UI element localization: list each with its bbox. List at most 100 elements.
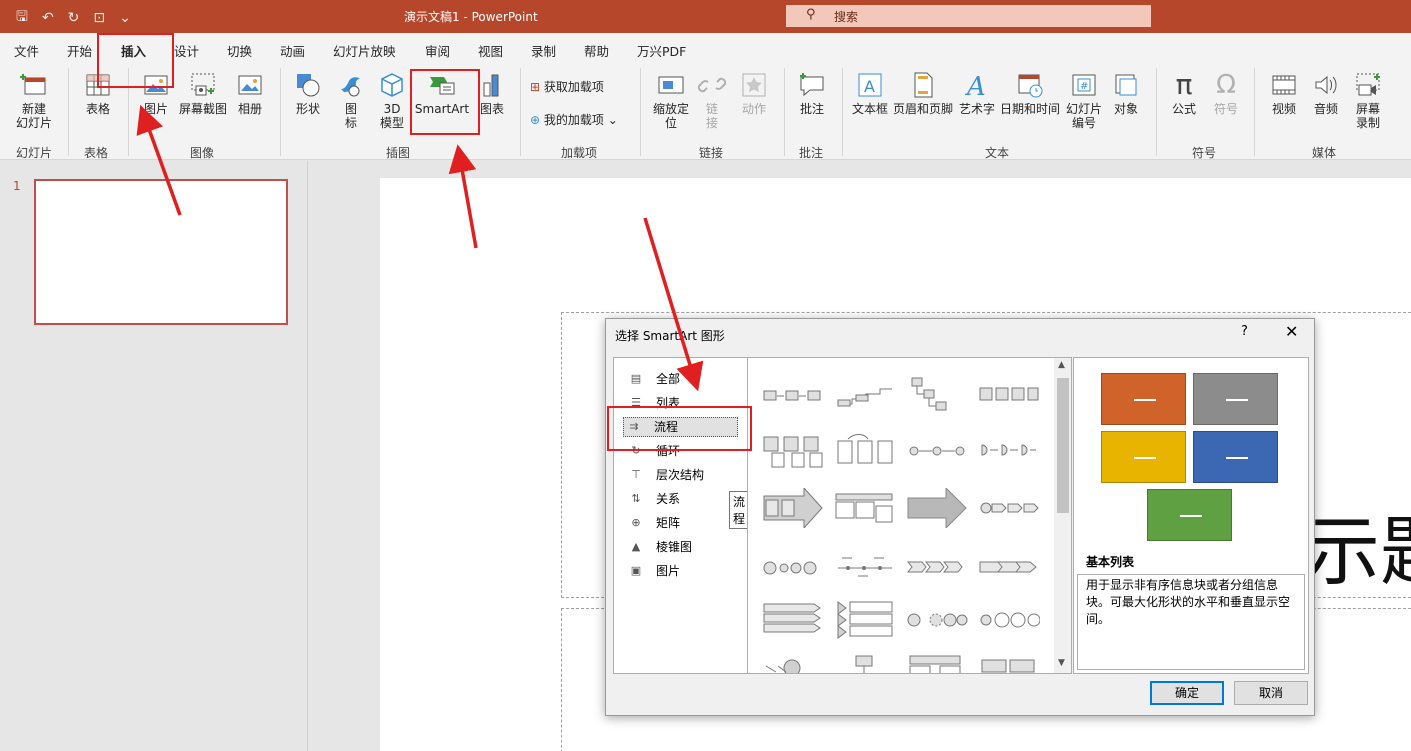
- tab-wanxing-pdf[interactable]: 万兴PDF: [637, 41, 686, 60]
- symbol-button[interactable]: Ω 符号: [1208, 71, 1244, 116]
- tab-review[interactable]: 审阅: [425, 41, 450, 60]
- tab-record[interactable]: 录制: [531, 41, 556, 60]
- table-label: 表格: [85, 102, 110, 116]
- tab-transitions[interactable]: 切换: [227, 41, 252, 60]
- preview-title: 基本列表: [1086, 555, 1135, 569]
- gallery-item[interactable]: [762, 488, 824, 528]
- group-label-media: 媒体: [1312, 146, 1337, 160]
- video-button[interactable]: 视频: [1264, 71, 1304, 116]
- equation-button[interactable]: π 公式: [1166, 71, 1202, 117]
- category-picture[interactable]: ▣ 图片: [626, 562, 744, 582]
- group-label-addins: 加载项: [561, 146, 598, 160]
- audio-button[interactable]: 音频: [1306, 71, 1346, 116]
- photo-album-icon: [238, 75, 262, 95]
- shapes-icon: [297, 74, 320, 97]
- group-separator: [520, 68, 521, 156]
- album-button[interactable]: 相册: [232, 71, 268, 116]
- gallery-item[interactable]: [978, 433, 1040, 473]
- action-button[interactable]: 动作: [736, 71, 772, 116]
- scroll-thumb[interactable]: [1057, 378, 1069, 513]
- redo-icon[interactable]: ↻: [68, 10, 80, 26]
- gallery-item[interactable]: [906, 376, 968, 416]
- slide-thumbnail[interactable]: [34, 179, 288, 325]
- comment-button[interactable]: 批注: [794, 71, 830, 116]
- tab-slideshow[interactable]: 幻灯片放映: [333, 41, 396, 60]
- screenshot-button[interactable]: 屏幕截图: [178, 71, 228, 116]
- get-addins-button[interactable]: ⊞ 获取加载项: [530, 78, 604, 95]
- new-slide-button[interactable]: 新建 幻灯片: [8, 71, 60, 130]
- speaker-icon: [1315, 75, 1337, 95]
- gallery-scrollbar[interactable]: ▲ ▼: [1054, 358, 1071, 673]
- gallery-item[interactable]: [978, 488, 1040, 528]
- object-button[interactable]: 对象: [1108, 71, 1144, 116]
- textbox-button[interactable]: A 文本框: [850, 71, 890, 116]
- gallery-item[interactable]: [762, 546, 824, 586]
- preview-shape: [1193, 431, 1278, 483]
- gallery-item[interactable]: [762, 654, 824, 674]
- group-label-symbols: 符号: [1192, 146, 1217, 160]
- screen-record-icon: [1356, 73, 1380, 96]
- close-button[interactable]: ✕: [1285, 322, 1298, 341]
- cancel-button[interactable]: 取消: [1234, 681, 1308, 705]
- tab-help[interactable]: 帮助: [584, 41, 609, 60]
- gallery-item[interactable]: [906, 433, 968, 473]
- header-footer-button[interactable]: 页眉和页脚: [892, 71, 954, 116]
- gallery-item[interactable]: [762, 600, 824, 640]
- category-all[interactable]: ▤ 全部: [626, 370, 744, 390]
- tab-home[interactable]: 开始: [67, 41, 92, 60]
- undo-icon[interactable]: ↶: [42, 10, 54, 26]
- group-separator: [68, 68, 69, 156]
- 3d-models-button[interactable]: 3D 模型: [374, 71, 410, 130]
- gallery-item[interactable]: [906, 488, 968, 528]
- slide-number-button[interactable]: # 幻灯片 编号: [1062, 71, 1106, 130]
- category-list: ▤ 全部 ☰ 列表 ⇉ 流程 ↻ 循环 ⊤ 层次结构 ⇅ 关系 ⊕ 矩阵 ▲ 棱锥图 ▣ 图片 流…: [613, 357, 750, 674]
- gallery-item[interactable]: [834, 433, 896, 473]
- object-label: 对象: [1113, 102, 1138, 116]
- category-matrix[interactable]: ⊕ 矩阵: [626, 514, 744, 534]
- gallery-item[interactable]: [978, 600, 1040, 640]
- gallery-item[interactable]: [978, 376, 1040, 416]
- tab-design[interactable]: 设计: [174, 41, 199, 60]
- tab-animations[interactable]: 动画: [280, 41, 305, 60]
- gallery-item[interactable]: [834, 654, 896, 674]
- gallery-item[interactable]: [906, 546, 968, 586]
- gallery-item[interactable]: [834, 546, 896, 586]
- screen-record-button[interactable]: 屏幕 录制: [1348, 71, 1388, 130]
- scroll-up-icon[interactable]: ▲: [1058, 360, 1065, 370]
- gallery-item[interactable]: [906, 600, 968, 640]
- help-button[interactable]: ?: [1241, 324, 1248, 339]
- customize-qat-icon[interactable]: ⌄: [119, 10, 131, 26]
- group-separator: [842, 68, 843, 156]
- shapes-button[interactable]: 形状: [290, 71, 326, 116]
- tab-file[interactable]: 文件: [14, 41, 39, 60]
- wordart-icon: A: [965, 72, 986, 99]
- link-button[interactable]: 链 接: [696, 71, 728, 130]
- ok-button[interactable]: 确定: [1150, 681, 1224, 705]
- my-addins-button[interactable]: ⊕ 我的加载项 ⌄: [530, 111, 618, 128]
- gallery-item[interactable]: [978, 546, 1040, 586]
- ribbon-insert: 新建 幻灯片 幻灯片 表格 表格 图片 屏幕截图 相册 图像 形状 图 标 3D…: [0, 63, 1411, 160]
- slide-number: 1: [13, 179, 21, 193]
- scroll-down-icon[interactable]: ▼: [1058, 658, 1065, 668]
- gallery-item[interactable]: [978, 654, 1040, 674]
- category-pyramid[interactable]: ▲ 棱锥图: [626, 538, 744, 558]
- icons-button[interactable]: 图 标: [334, 71, 368, 130]
- search-box[interactable]: ⚲ 搜索: [786, 5, 1151, 27]
- gallery-item[interactable]: [834, 376, 896, 416]
- zoom-button[interactable]: 缩放定 位: [650, 71, 692, 130]
- save-icon[interactable]: 🖫: [16, 6, 28, 30]
- tab-view[interactable]: 视图: [478, 41, 503, 60]
- gallery-item[interactable]: [906, 654, 968, 674]
- category-hierarchy[interactable]: ⊤ 层次结构: [626, 466, 744, 486]
- gallery-item[interactable]: [762, 376, 824, 416]
- gallery-item[interactable]: [762, 433, 824, 473]
- title-text-fragment: 示题: [1304, 507, 1411, 596]
- chart-button[interactable]: 图表: [476, 71, 508, 116]
- present-icon[interactable]: ⊡: [93, 10, 105, 26]
- category-relationship[interactable]: ⇅ 关系: [626, 490, 744, 510]
- gallery-item[interactable]: [834, 600, 896, 640]
- wordart-button[interactable]: A 艺术字: [958, 71, 996, 116]
- gallery-item[interactable]: [834, 488, 896, 528]
- datetime-button[interactable]: 日期和时间: [1000, 71, 1060, 116]
- textbox-icon: A: [858, 73, 882, 97]
